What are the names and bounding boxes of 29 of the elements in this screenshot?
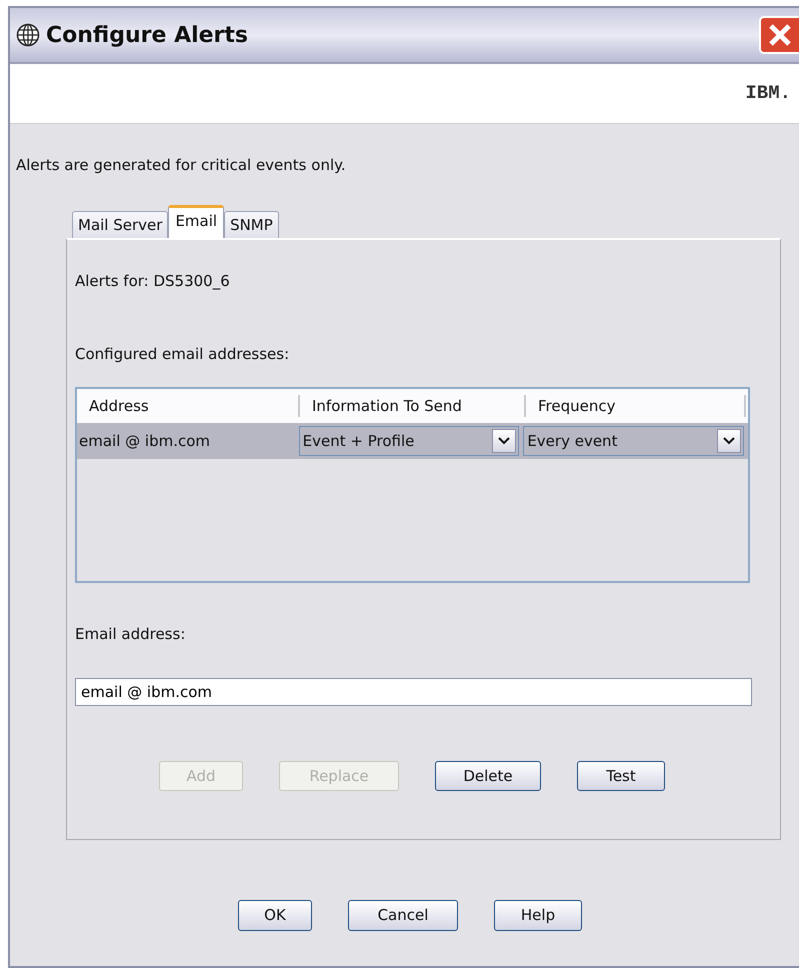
table-cell-text: email @ ibm.com [78,430,212,452]
email-address-label: Email address: [75,624,186,645]
dropdown-button[interactable] [717,429,741,453]
dropdown[interactable]: Event + Profile [298,426,520,456]
button[interactable]: Cancel [348,900,458,930]
tab[interactable]: Mail Server [72,210,168,238]
globe-icon [16,23,40,47]
logo: IBM. [745,81,791,106]
close-button[interactable] [759,16,799,54]
tab[interactable]: Email [168,204,224,238]
tab[interactable]: SNMP [224,210,279,238]
email-address-field[interactable]: email @ ibm.com [75,678,752,706]
column-header[interactable]: Information To Send [300,394,526,418]
table-row[interactable]: email @ ibm.com Event + Profile Every event [77,423,748,459]
dropdown[interactable]: Every event [523,426,744,456]
close-icon [767,22,793,48]
alerts-for-label: Alerts for: DS5300_6 [75,271,231,292]
column-header[interactable]: Address [77,394,300,418]
button[interactable]: Delete [435,760,541,791]
button[interactable]: OK [238,900,312,930]
button[interactable]: Help [494,900,582,930]
intro-text: Alerts are generated for critical events only. [16,155,347,176]
dropdown-button[interactable] [492,429,516,453]
button[interactable]: Test [577,760,665,791]
table-label: Configured email addresses: [75,344,290,364]
window-title: Configure Alerts [46,22,248,50]
column-header[interactable]: Frequency [526,394,746,418]
chevron-down-icon [723,437,735,445]
chevron-down-icon [498,437,510,445]
